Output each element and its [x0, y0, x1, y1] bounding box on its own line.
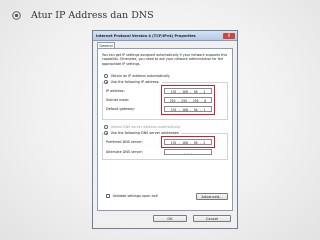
- slide-title-text: Atur IP Address dan DNS: [31, 10, 154, 21]
- validate-label: Validate settings upon exit: [112, 194, 158, 198]
- validate-option[interactable]: Validate settings upon exit: [106, 194, 158, 198]
- close-button[interactable]: X: [223, 32, 235, 39]
- ok-button[interactable]: OK: [153, 215, 187, 222]
- general-panel: You can get IP settings assigned automat…: [97, 48, 233, 211]
- obtain-dns-label: Obtain DNS server address automatically: [110, 125, 181, 129]
- dns-highlight: [161, 136, 215, 148]
- obtain-ip-label: Obtain an IP address automatically: [110, 74, 170, 78]
- use-dns-option[interactable]: Use the following DNS server addresses:: [104, 131, 182, 135]
- ip-settings-highlight: [161, 85, 215, 115]
- alternate-dns-label: Alternate DNS server:: [106, 150, 143, 154]
- circle-bullet-icon: [12, 11, 21, 20]
- obtain-ip-radio[interactable]: [104, 74, 108, 78]
- alternate-dns-input[interactable]: . . .: [164, 149, 212, 155]
- default-gateway-label: Default gateway:: [106, 107, 135, 111]
- subnet-mask-label: Subnet mask:: [106, 98, 130, 102]
- description-text: You can get IP settings assigned automat…: [102, 53, 228, 66]
- default-gateway-row: Default gateway:: [106, 106, 154, 112]
- preferred-dns-label: Preferred DNS server:: [106, 140, 143, 144]
- slide-title: Atur IP Address dan DNS: [12, 10, 154, 21]
- cancel-button[interactable]: Cancel: [193, 215, 231, 222]
- ip-address-label: IP address:: [106, 89, 125, 93]
- alternate-dns-row: Alternate DNS server:: [106, 149, 154, 155]
- use-ip-radio[interactable]: [104, 80, 108, 84]
- obtain-dns-option[interactable]: Obtain DNS server address automatically: [104, 125, 181, 129]
- dialog-titlebar: Internet Protocol Version 4 (TCP/IPv4) P…: [93, 31, 237, 41]
- ipv4-properties-dialog: Internet Protocol Version 4 (TCP/IPv4) P…: [92, 30, 238, 229]
- use-ip-option[interactable]: Use the following IP address:: [104, 80, 162, 84]
- use-ip-label: Use the following IP address:: [110, 80, 160, 84]
- preferred-dns-row: Preferred DNS server:: [106, 139, 154, 145]
- obtain-dns-radio[interactable]: [104, 125, 108, 129]
- obtain-ip-option[interactable]: Obtain an IP address automatically: [104, 74, 170, 78]
- subnet-mask-row: Subnet mask:: [106, 97, 154, 103]
- validate-checkbox[interactable]: [106, 194, 110, 198]
- dialog-title: Internet Protocol Version 4 (TCP/IPv4) P…: [96, 33, 196, 38]
- use-dns-radio[interactable]: [104, 131, 108, 135]
- advanced-button[interactable]: Advanced...: [196, 193, 228, 200]
- ip-address-row: IP address:: [106, 88, 154, 94]
- use-dns-label: Use the following DNS server addresses:: [110, 131, 180, 135]
